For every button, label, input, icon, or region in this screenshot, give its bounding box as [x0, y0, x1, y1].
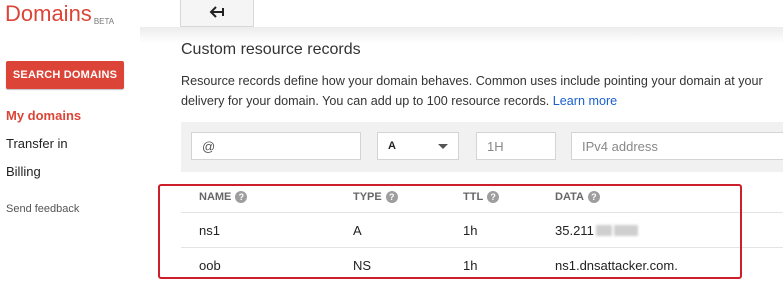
header-ttl: TTL?	[463, 182, 500, 212]
record-name: ns1	[199, 222, 220, 238]
help-icon[interactable]: ?	[487, 191, 500, 203]
search-domains-button[interactable]: SEARCH DOMAINS	[6, 61, 124, 89]
table-row[interactable]: oob NS 1h ns1.dnsattacker.com.	[181, 247, 783, 282]
type-select-value: A	[388, 140, 396, 152]
sidebar-item-my-domains[interactable]: My domains	[6, 108, 81, 123]
record-data: 35.211	[555, 213, 638, 247]
record-name: oob	[199, 257, 221, 273]
records-table: NAME? TYPE? TTL? DATA? ns1 A 1h 35.211 o…	[181, 182, 783, 282]
send-feedback-link[interactable]: Send feedback	[6, 203, 79, 215]
page-title: Custom resource records	[181, 41, 361, 58]
record-ttl: 1h	[463, 257, 478, 273]
description: Resource records define how your domain …	[181, 71, 783, 111]
help-icon[interactable]: ?	[385, 191, 398, 203]
record-type: A	[353, 222, 362, 238]
add-record-form: @ A 1H IPv4 address	[181, 122, 783, 172]
sidebar-item-transfer-in[interactable]: Transfer in	[6, 136, 68, 151]
record-data: ns1.dnsattacker.com.	[555, 257, 678, 273]
brand-name: Domains	[5, 1, 92, 26]
ttl-input[interactable]: 1H	[476, 132, 556, 160]
dropdown-caret-icon	[438, 143, 448, 149]
type-select[interactable]: A	[377, 132, 459, 160]
redaction-blur	[595, 224, 612, 236]
brand-logo[interactable]: Domains BETA	[5, 1, 114, 27]
learn-more-link[interactable]: Learn more	[553, 94, 617, 108]
table-header: NAME? TYPE? TTL? DATA?	[181, 182, 783, 212]
help-icon[interactable]: ?	[235, 191, 248, 203]
header-name: NAME?	[199, 182, 248, 212]
table-row[interactable]: ns1 A 1h 35.211	[181, 212, 783, 247]
header-data: DATA?	[555, 182, 600, 212]
redaction-blur	[613, 224, 638, 236]
record-ttl: 1h	[463, 222, 478, 238]
description-line-1: Resource records define how your domain …	[181, 74, 763, 88]
help-icon[interactable]: ?	[587, 191, 600, 203]
sidebar-item-billing[interactable]: Billing	[6, 164, 41, 179]
back-button[interactable]	[180, 0, 254, 27]
description-line-2: delivery for your domain. You can add up…	[181, 94, 618, 108]
header-type: TYPE?	[353, 182, 398, 212]
record-type: NS	[353, 257, 372, 273]
data-input[interactable]: IPv4 address	[571, 132, 783, 160]
beta-badge: BETA	[93, 17, 115, 26]
name-input[interactable]: @	[191, 132, 361, 160]
back-arrow-icon	[209, 6, 224, 18]
